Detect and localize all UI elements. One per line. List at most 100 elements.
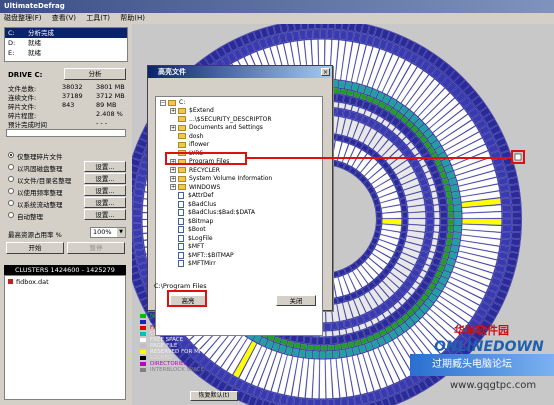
option-radio[interactable]	[8, 152, 14, 158]
cluster-block	[314, 399, 321, 405]
legend-label: INTERBLOCK SPACE	[150, 367, 204, 373]
cluster-block	[433, 225, 440, 233]
tree-folder-item[interactable]: + WINDOWS	[170, 184, 220, 192]
cluster-block	[502, 211, 512, 219]
tree-folder-item[interactable]: + $Extend	[170, 107, 214, 115]
cluster-block	[341, 20, 349, 31]
cluster-block	[434, 211, 440, 219]
cluster-block	[401, 204, 408, 212]
cluster-block	[292, 30, 300, 41]
tree-file-item[interactable]: $MFTMirr	[170, 260, 216, 268]
option-label[interactable]: 以文件/目录名整理	[17, 175, 71, 185]
option-radio[interactable]	[8, 212, 14, 218]
restore-defaults-button[interactable]: 恢复默认(t)	[190, 391, 238, 401]
cluster-block	[307, 19, 315, 30]
dialog-close-icon[interactable]: ×	[321, 68, 330, 76]
cluster-block	[132, 229, 143, 237]
collapse-icon[interactable]: −	[160, 99, 166, 106]
tree-file-item[interactable]: $MFT	[170, 243, 204, 251]
cluster-block	[337, 335, 345, 344]
list-item[interactable]: fidbox.dat	[8, 278, 49, 286]
cluster-block	[511, 204, 522, 212]
cluster-block	[133, 195, 144, 203]
option-settings-button[interactable]: 设置...	[84, 197, 126, 208]
cluster-block	[426, 211, 434, 219]
cluster-block	[501, 204, 512, 212]
option-settings-button[interactable]: 设置...	[84, 173, 126, 184]
pause-button[interactable]: 暂停	[67, 242, 125, 254]
cluster-block	[438, 232, 447, 239]
option-radio[interactable]	[8, 200, 14, 206]
drive-row-c[interactable]: C: 分析完成	[5, 28, 127, 38]
tree-folder-item[interactable]: + Documents and Settings	[170, 124, 263, 132]
cluster-block	[305, 350, 313, 359]
cluster-block	[440, 211, 448, 219]
expand-icon[interactable]: +	[170, 107, 176, 114]
cluster-block	[340, 30, 348, 41]
start-button[interactable]: 开始	[6, 242, 64, 254]
expand-icon[interactable]: +	[170, 124, 176, 131]
option-settings-button[interactable]: 设置...	[84, 161, 126, 172]
tree-folder-item[interactable]: dosh	[170, 133, 203, 141]
drive-row-e[interactable]: E: 就绪	[5, 48, 127, 58]
cluster-file-list[interactable]: fidbox.dat	[4, 275, 126, 400]
option-radio[interactable]	[8, 164, 14, 170]
cluster-block	[446, 198, 453, 205]
cluster-block	[454, 211, 462, 219]
cluster-block	[339, 328, 347, 336]
cluster-block	[294, 20, 302, 31]
tree-file-item[interactable]: $Bitmap	[170, 217, 213, 226]
legend-swatch	[140, 368, 146, 372]
cluster-block	[336, 108, 344, 117]
menu-help[interactable]: 帮助(H)	[120, 14, 145, 22]
drive-row-d[interactable]: D: 就绪	[5, 38, 127, 48]
close-button[interactable]: 关闭	[276, 295, 316, 306]
expand-icon[interactable]: +	[170, 184, 176, 190]
tree-file-item[interactable]: $BadClus:$Bad:$DATA	[170, 209, 255, 217]
tree-file-item[interactable]: $AttrDef	[170, 192, 213, 200]
legend-swatch	[140, 314, 146, 318]
tree-folder-item[interactable]: + RECYCLER	[170, 167, 220, 175]
analyze-button[interactable]: 分析	[64, 68, 126, 80]
tree-file-item[interactable]: $LogFile	[170, 234, 213, 243]
tree-file-item[interactable]: $Boot	[170, 226, 206, 234]
option-label[interactable]: 自动整理	[17, 211, 43, 221]
tree-root[interactable]: − C:	[160, 99, 185, 107]
cluster-block	[314, 345, 321, 351]
legend-swatch	[140, 344, 146, 348]
option-radio[interactable]	[8, 176, 14, 182]
option-settings-button[interactable]: 设置...	[84, 185, 126, 196]
cluster-block	[438, 198, 447, 206]
option-settings-button[interactable]: 设置...	[84, 209, 126, 220]
file-icon	[178, 209, 184, 216]
option-label[interactable]: 仅整理碎片文件	[17, 151, 63, 161]
max-resource-select[interactable]: 100% ▼	[90, 227, 126, 238]
option-label[interactable]: 以系统流动整理	[17, 199, 63, 209]
tree-file-item[interactable]: $BadClus	[170, 200, 216, 209]
option-radio[interactable]	[8, 188, 14, 194]
option-label[interactable]: 以使用频率整理	[17, 187, 63, 197]
menu-defrag[interactable]: 磁盘整理(F)	[4, 14, 42, 22]
cluster-block	[324, 337, 331, 345]
tree-folder-item[interactable]: ...\$SECURITY_DESCRIPTOR	[170, 116, 272, 124]
cluster-block	[324, 323, 331, 331]
tree-folder-item[interactable]: + System Volume Information	[170, 175, 272, 183]
tree-folder-item[interactable]: iflower	[170, 141, 209, 149]
cluster-block	[331, 336, 338, 345]
cluster-block	[501, 225, 512, 233]
stat-value-size: 3801 MB	[96, 83, 125, 91]
window-title-bar: UltimateDefrag	[0, 0, 554, 13]
folder-icon	[178, 107, 186, 114]
option-label[interactable]: 以巩固磁盘整理	[17, 163, 63, 173]
cluster-block	[133, 236, 144, 244]
cluster-block	[319, 359, 326, 399]
file-icon	[178, 192, 184, 199]
expand-icon[interactable]: +	[170, 167, 176, 173]
cluster-block	[448, 218, 454, 226]
menu-tools[interactable]: 工具(T)	[86, 14, 110, 22]
menu-view[interactable]: 查看(V)	[52, 14, 76, 22]
tree-file-item[interactable]: $MFT::$BITMAP	[170, 251, 234, 260]
highlight-files-dialog: 高亮文件 × − C: + $Extend ...\$SECURITY_DESCRIPT…	[147, 65, 333, 336]
expand-icon[interactable]: +	[170, 175, 176, 182]
cluster-range-label: CLUSTERS 1424600 - 1425279	[4, 265, 126, 275]
